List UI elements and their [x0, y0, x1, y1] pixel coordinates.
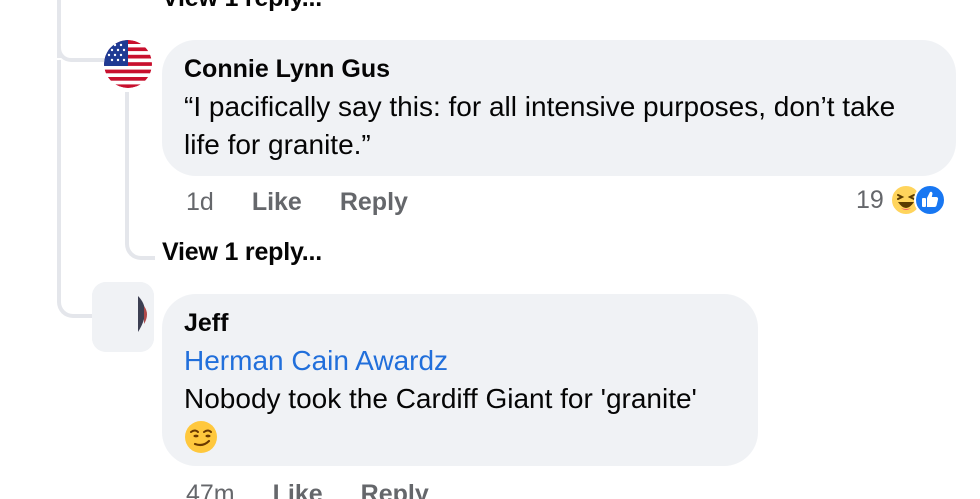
view-replies-link[interactable]: View 1 reply... [162, 238, 322, 267]
like-button[interactable]: Like [273, 480, 323, 499]
like-button[interactable]: Like [252, 188, 302, 217]
comment-timestamp[interactable]: 47m [186, 480, 235, 499]
jeff-avatar[interactable] [92, 282, 154, 352]
smirking-face-icon [184, 420, 218, 459]
comment-timestamp[interactable]: 1d [186, 188, 214, 217]
comment-author[interactable]: Jeff [184, 308, 736, 338]
reply-connector [125, 92, 155, 260]
comment-bubble[interactable]: Jeff Herman Cain Awardz Nobody took the … [162, 294, 758, 466]
comment-actions: 1d Like Reply [186, 188, 446, 217]
comment-thread: View 1 reply... Connie Lynn Gus [0, 0, 980, 499]
comment-text: “I pacifically say this: for all intensi… [184, 91, 896, 160]
comment-text: Nobody took the Cardiff Giant for 'grani… [184, 383, 697, 414]
reply-button[interactable]: Reply [340, 188, 408, 217]
thread-line [57, 60, 61, 300]
like-icon [913, 184, 946, 216]
reply-button[interactable]: Reply [361, 480, 429, 499]
thread-connector [57, 36, 107, 62]
comment-actions: 47m Like Reply [186, 480, 467, 499]
reaction-count: 19 [856, 185, 884, 214]
us-flag-icon [104, 40, 152, 88]
profile-photo-icon [92, 282, 154, 352]
us-flag-avatar[interactable] [104, 40, 152, 88]
comment-author[interactable]: Connie Lynn Gus [184, 54, 934, 84]
reaction-summary[interactable]: 19 [856, 184, 946, 216]
group-badge-link[interactable]: Herman Cain Awardz [184, 342, 736, 380]
view-replies-link[interactable]: View 1 reply... [162, 0, 322, 13]
comment-bubble[interactable]: Connie Lynn Gus “I pacifically say this:… [162, 40, 956, 176]
